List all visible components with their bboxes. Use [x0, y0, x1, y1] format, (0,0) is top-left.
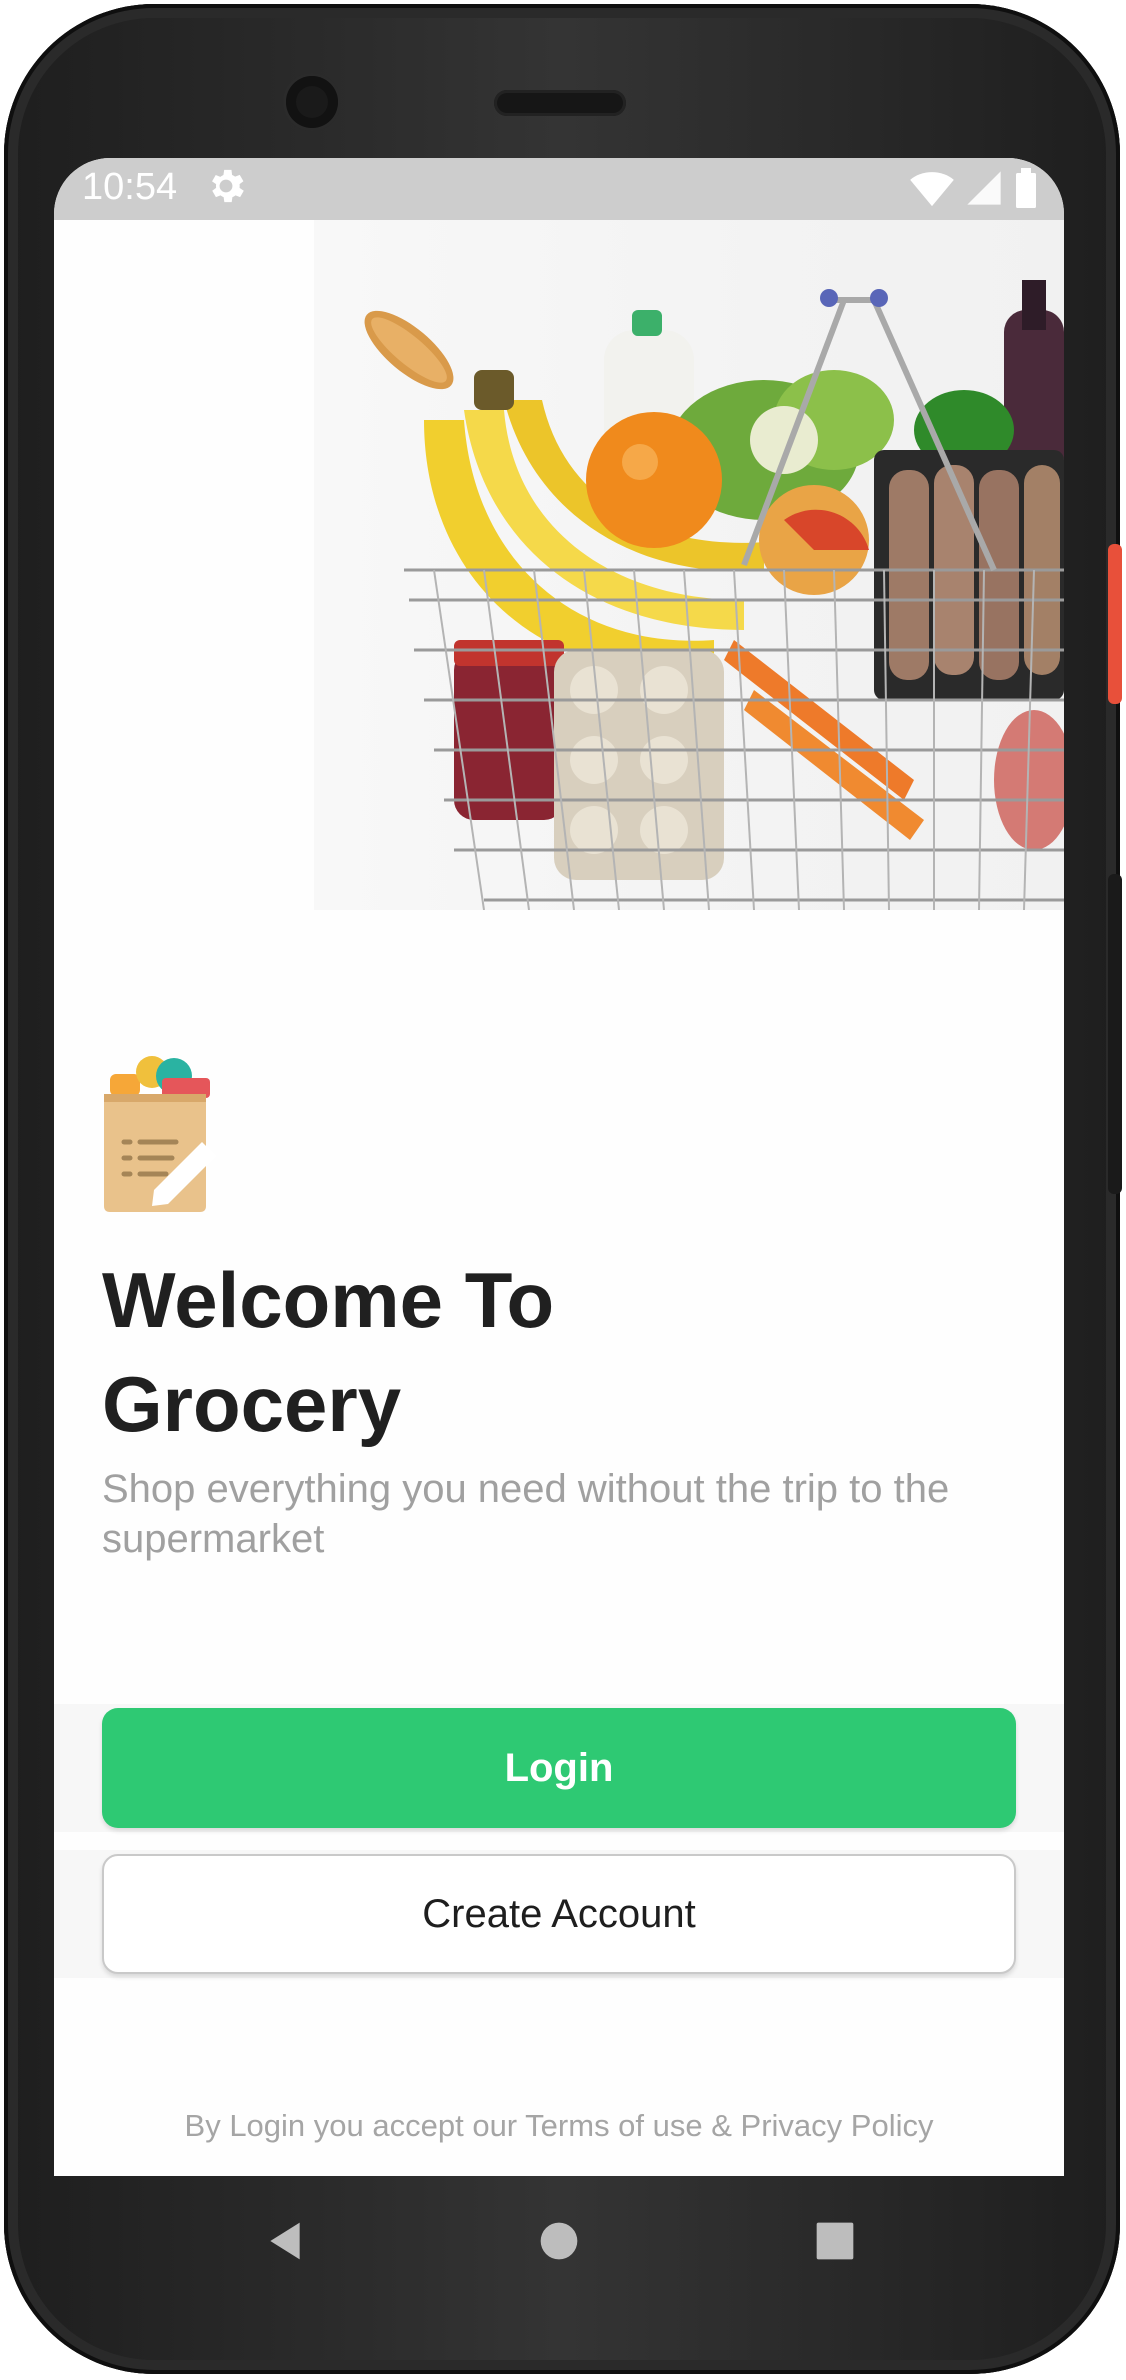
- back-button[interactable]: [250, 2206, 320, 2276]
- status-icons: [910, 168, 1038, 208]
- welcome-subtitle: Shop everything you need without the tri…: [102, 1467, 950, 1561]
- welcome-title: Welcome To Grocery: [102, 1248, 1002, 1456]
- back-triangle-icon: [270, 2222, 300, 2260]
- recents-button[interactable]: [800, 2206, 870, 2276]
- earpiece-speaker: [494, 90, 626, 116]
- create-account-button[interactable]: Create Account: [102, 1854, 1016, 1974]
- app-screen: 10:54 Welcome To Grocery Shop everything…: [54, 158, 1064, 2176]
- home-circle-icon: [540, 2222, 578, 2260]
- grocery-bag-notepad-icon: [104, 1056, 216, 1212]
- terms-notice[interactable]: By Login you accept our Terms of use & P…: [54, 2108, 1064, 2144]
- home-button[interactable]: [524, 2206, 594, 2276]
- recents-square-icon: [816, 2222, 854, 2260]
- wifi-icon: [910, 172, 954, 207]
- volume-button: [1108, 874, 1122, 1194]
- status-time: 10:54: [82, 166, 178, 208]
- welcome-title-line2: Grocery: [102, 1360, 402, 1448]
- welcome-title-line1: Welcome To: [102, 1256, 555, 1344]
- front-camera: [286, 76, 338, 128]
- login-button[interactable]: Login: [102, 1708, 1016, 1828]
- status-bar: 10:54: [54, 158, 1064, 220]
- power-button: [1108, 544, 1122, 704]
- battery-icon: [1016, 168, 1036, 208]
- signal-icon: [967, 171, 1001, 205]
- navigation-bar: [54, 2176, 1064, 2306]
- grocery-basket-image: [314, 220, 1064, 911]
- gear-icon: [212, 169, 244, 203]
